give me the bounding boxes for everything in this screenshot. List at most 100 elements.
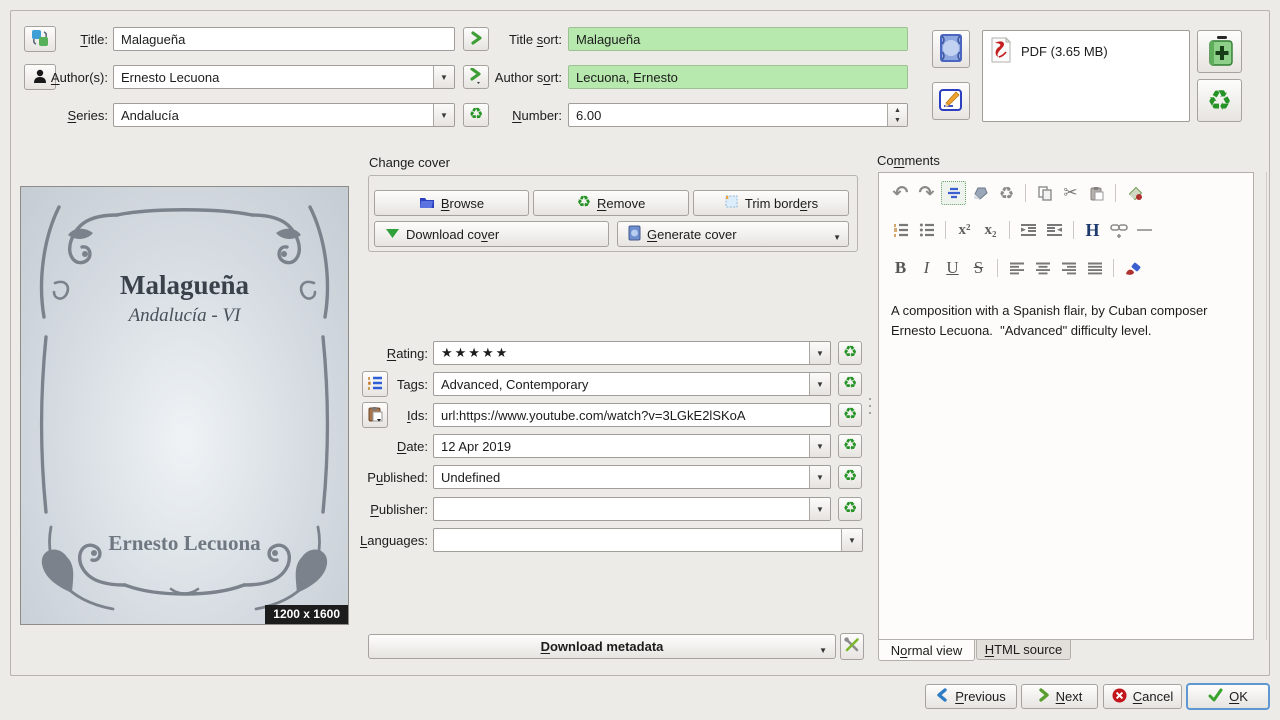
configure-metadata-download-button[interactable] xyxy=(840,633,864,660)
series-combo[interactable]: Andalucía ▼ xyxy=(113,103,455,127)
ok-button[interactable]: OK xyxy=(1186,683,1270,710)
italic-icon[interactable]: I xyxy=(915,257,938,279)
right-splitter[interactable] xyxy=(1266,172,1267,640)
title-value: Malagueña xyxy=(121,31,186,47)
authors-dropdown-arrow[interactable]: ▼ xyxy=(433,66,454,88)
bold-icon[interactable]: B xyxy=(889,257,912,279)
text-color-icon[interactable] xyxy=(1121,257,1144,279)
browse-cover-button[interactable]: Browse xyxy=(374,190,529,216)
ids-input[interactable]: url:https://www.youtube.com/watch?v=3LGk… xyxy=(433,403,831,427)
browse-label: Browse xyxy=(440,195,485,211)
clear-series-button[interactable]: ♻ xyxy=(463,103,489,127)
redo-icon[interactable]: ↷ xyxy=(915,182,938,204)
heading-style-icon[interactable]: H xyxy=(1081,219,1104,241)
series-dropdown-arrow[interactable]: ▼ xyxy=(433,104,454,126)
cut-icon[interactable]: ✂ xyxy=(1059,182,1082,204)
copy-icon[interactable] xyxy=(1033,182,1056,204)
indent-more-icon[interactable] xyxy=(1017,219,1040,241)
tags-dropdown-arrow[interactable]: ▼ xyxy=(809,373,830,395)
spinner-arrows[interactable]: ▲ ▼ xyxy=(887,104,907,126)
cover-author: Ernesto Lecuona xyxy=(108,531,261,555)
previous-button[interactable]: Previous xyxy=(925,684,1017,709)
edit-metadata-dialog: Title: Malagueña Title sort: Malagueña A… xyxy=(0,0,1280,720)
recycle-icon: ♻ xyxy=(576,194,591,211)
recycle-icon: ♻ xyxy=(842,468,858,485)
comments-toolbar-row3: B I U S xyxy=(889,257,1144,279)
remove-formatting-icon[interactable] xyxy=(969,182,992,204)
clear-rating-button[interactable]: ♻ xyxy=(838,341,862,365)
swap-title-author-button[interactable] xyxy=(24,26,56,52)
authors-label: Author(s): xyxy=(50,70,108,85)
remove-format-button[interactable]: ♻ xyxy=(1197,79,1242,122)
remove-cover-button[interactable]: ♻ Remove xyxy=(533,190,689,216)
title-sort-label: Title sort: xyxy=(509,32,562,47)
next-button[interactable]: Next xyxy=(1021,684,1098,709)
align-center-icon[interactable] xyxy=(1031,257,1054,279)
cover-preview[interactable]: Malagueña Andalucía - VI Ernesto Lecuona… xyxy=(20,186,349,625)
formats-list[interactable]: PDF (3.65 MB) xyxy=(982,30,1190,122)
format-item-pdf[interactable]: PDF (3.65 MB) xyxy=(983,31,1189,72)
rating-combo[interactable]: ★★★★★ ▼ xyxy=(433,341,831,365)
publisher-combo[interactable]: ▼ xyxy=(433,497,831,521)
clear-publisher-button[interactable]: ♻ xyxy=(838,497,862,521)
series-value: Andalucía xyxy=(121,107,179,123)
published-combo[interactable]: Undefined ▼ xyxy=(433,465,831,489)
authors-combo[interactable]: Ernesto Lecuona ▼ xyxy=(113,65,455,89)
author-sort-label: Author sort: xyxy=(494,70,562,85)
download-cover-button[interactable]: Download cover xyxy=(374,221,609,247)
download-metadata-button[interactable]: Download metadata ▼ xyxy=(368,634,836,659)
rating-dropdown-arrow[interactable]: ▼ xyxy=(809,342,830,364)
publisher-dropdown-arrow[interactable]: ▼ xyxy=(809,498,830,520)
languages-dropdown-arrow[interactable]: ▼ xyxy=(841,529,862,551)
series-number-spinner[interactable]: 6.00 ▲ ▼ xyxy=(568,103,908,127)
clear-comments-icon[interactable]: ♻ xyxy=(995,182,1018,204)
series-number-value: 6.00 xyxy=(576,107,602,123)
date-combo[interactable]: 12 Apr 2019 ▼ xyxy=(433,434,831,458)
insert-hr-icon[interactable] xyxy=(1133,219,1156,241)
edit-metadata-icon-button[interactable] xyxy=(932,82,970,120)
ordered-list-icon[interactable] xyxy=(889,219,912,241)
languages-combo[interactable]: ▼ xyxy=(433,528,863,552)
tab-html-source[interactable]: HTML source xyxy=(976,640,1071,660)
comments-text[interactable]: A composition with a Spanish flair, by C… xyxy=(891,301,1239,340)
ok-label: OK xyxy=(1229,689,1248,704)
date-value: 12 Apr 2019 xyxy=(441,438,512,454)
tags-value: Advanced, Contemporary xyxy=(441,376,589,392)
title-input[interactable]: Malagueña xyxy=(113,27,455,51)
clear-published-button[interactable]: ♻ xyxy=(838,465,862,489)
subscript-icon[interactable]: x₂ xyxy=(979,219,1002,241)
underline-icon[interactable]: U xyxy=(941,257,964,279)
download-metadata-menu-arrow[interactable]: ▼ xyxy=(819,646,827,655)
undo-icon[interactable]: ↶ xyxy=(889,182,912,204)
splitter-handle[interactable] xyxy=(868,398,871,426)
download-cover-label: Download cover xyxy=(406,226,500,242)
tab-normal-view[interactable]: Normal view xyxy=(878,640,975,661)
background-color-icon[interactable] xyxy=(1123,182,1146,204)
trim-borders-button[interactable]: Trim borders xyxy=(693,190,849,216)
published-dropdown-arrow[interactable]: ▼ xyxy=(809,466,830,488)
add-format-button[interactable] xyxy=(1197,30,1242,73)
paste-icon[interactable] xyxy=(1085,182,1108,204)
align-right-icon[interactable] xyxy=(1057,257,1080,279)
clear-tags-button[interactable]: ♻ xyxy=(838,372,862,396)
cancel-button[interactable]: Cancel xyxy=(1103,684,1182,709)
select-all-icon[interactable] xyxy=(941,181,966,205)
cover-ornament xyxy=(39,205,330,611)
published-value: Undefined xyxy=(441,469,501,485)
align-left-icon[interactable] xyxy=(1005,257,1028,279)
date-dropdown-arrow[interactable]: ▼ xyxy=(809,435,830,457)
tags-combo[interactable]: Advanced, Contemporary ▼ xyxy=(433,372,831,396)
title-sort-input[interactable]: Malagueña xyxy=(568,27,908,51)
unordered-list-icon[interactable] xyxy=(915,219,938,241)
strikethrough-icon[interactable]: S xyxy=(967,257,990,279)
align-justify-icon[interactable] xyxy=(1083,257,1106,279)
insert-link-icon[interactable] xyxy=(1107,219,1130,241)
superscript-icon[interactable]: x² xyxy=(953,219,976,241)
view-cover-button[interactable] xyxy=(932,30,970,68)
indent-less-icon[interactable] xyxy=(1043,219,1066,241)
generate-cover-button[interactable]: Generate cover ▼ xyxy=(617,221,849,247)
author-sort-input[interactable]: Lecuona, Ernesto xyxy=(568,65,908,89)
clear-date-button[interactable]: ♻ xyxy=(838,434,862,458)
clear-ids-button[interactable]: ♻ xyxy=(838,403,862,427)
generate-cover-menu-arrow[interactable]: ▼ xyxy=(833,233,841,242)
